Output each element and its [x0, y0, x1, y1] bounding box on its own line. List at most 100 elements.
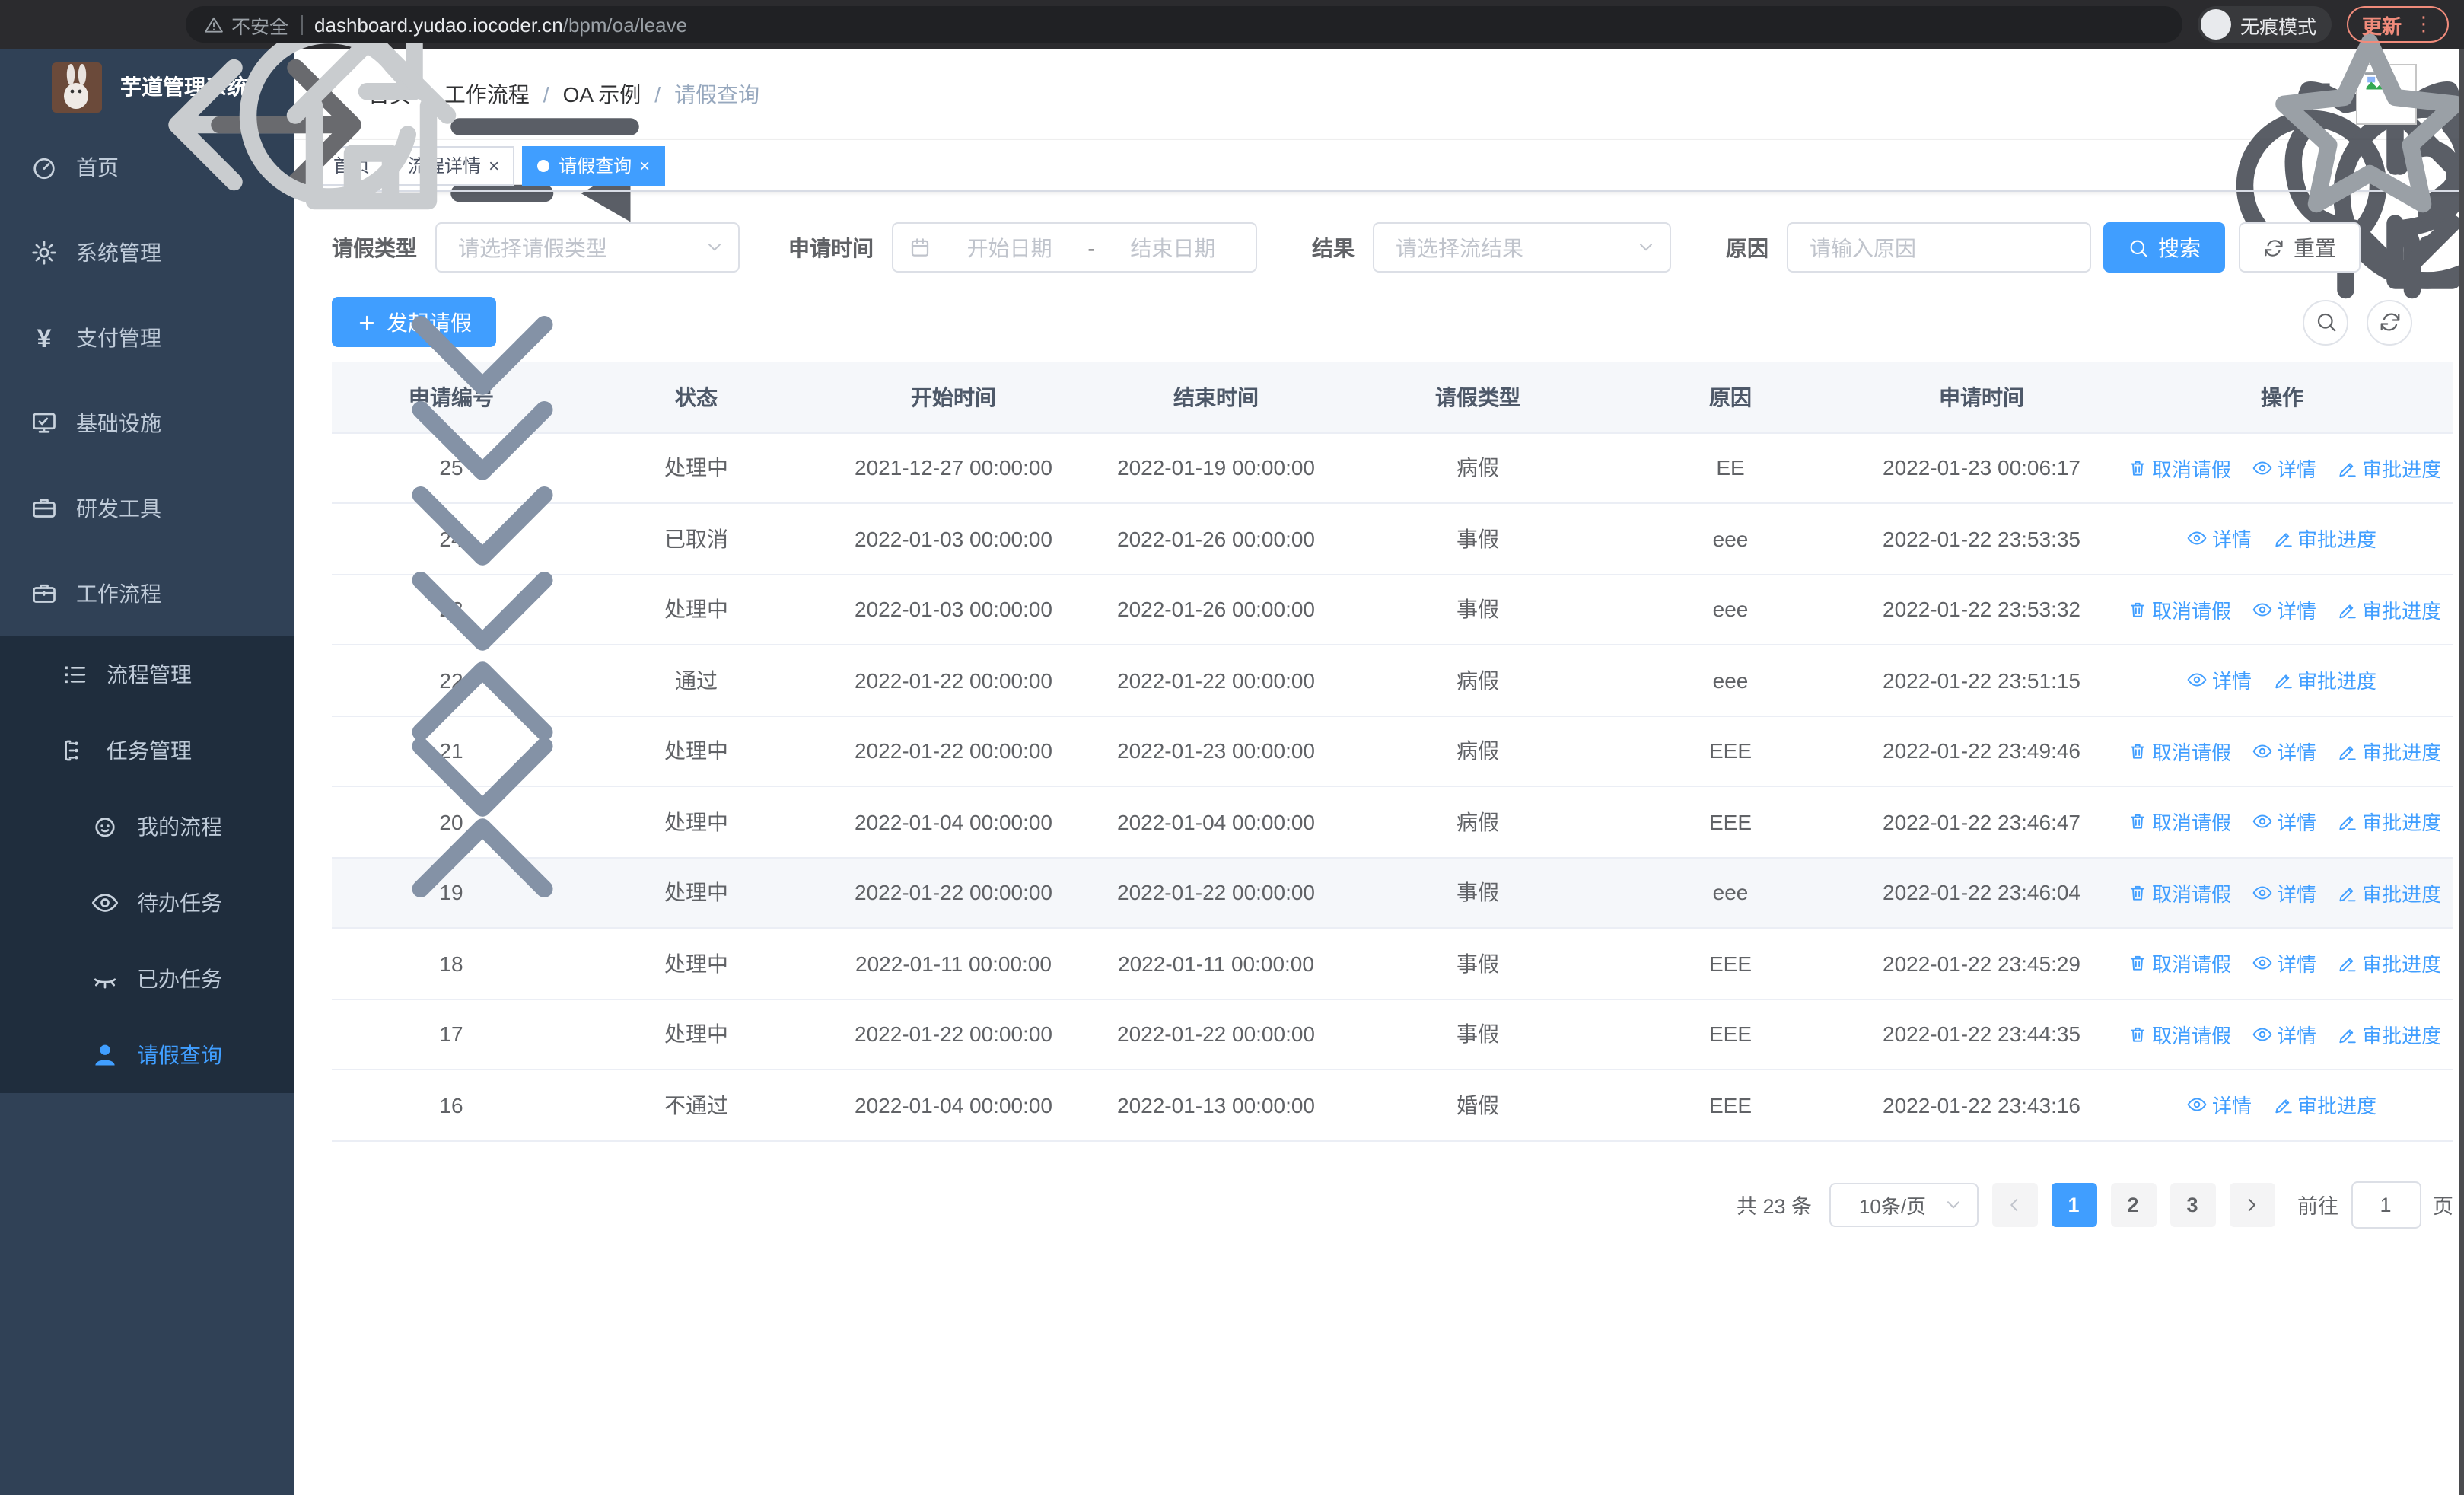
- detail-link[interactable]: 详情: [2252, 949, 2316, 978]
- jumper-label: 前往: [2297, 1195, 2338, 1218]
- yen-icon: ¥: [37, 324, 52, 352]
- eye-icon: [2252, 1025, 2272, 1044]
- sidebar-item-task-mgmt[interactable]: 任务管理: [0, 712, 294, 789]
- detail-link[interactable]: 详情: [2252, 737, 2316, 766]
- approval-progress-link[interactable]: 审批进度: [2338, 595, 2441, 624]
- page-button-1[interactable]: 1: [2051, 1182, 2096, 1226]
- detail-link[interactable]: 详情: [2252, 595, 2316, 624]
- kebab-menu-icon[interactable]: ⋮: [2414, 12, 2434, 37]
- reason-label: 原因: [1726, 235, 1768, 260]
- eye-icon: [2252, 458, 2272, 478]
- trash-icon: [2128, 883, 2147, 903]
- gear-icon: [30, 239, 58, 266]
- chevron-down-icon: [254, 329, 272, 347]
- page-button-3[interactable]: 3: [2170, 1182, 2215, 1226]
- approval-progress-link[interactable]: 审批进度: [2273, 1091, 2376, 1120]
- cancel-leave-link[interactable]: 取消请假: [2128, 454, 2231, 483]
- eye-closed-icon: [91, 965, 119, 993]
- detail-link[interactable]: 详情: [2188, 666, 2252, 695]
- divider: [301, 14, 303, 34]
- pagination: 共 23 条 1 2 3 前往 页: [332, 1181, 2453, 1228]
- pen-icon: [2338, 1025, 2357, 1044]
- filter-form: 请假类型 申请时间 开始日期 - 结束日期 结果: [332, 222, 2453, 273]
- sidebar-item-devtools[interactable]: 研发工具: [0, 466, 294, 551]
- chevron-right-icon: [2242, 1194, 2262, 1214]
- pen-icon: [2338, 883, 2357, 903]
- approval-progress-link[interactable]: 审批进度: [2338, 454, 2441, 483]
- warning-icon: [204, 14, 224, 34]
- home-icon[interactable]: [143, 11, 170, 38]
- prev-page-button[interactable]: [1991, 1182, 2037, 1226]
- sidebar-item-leave-query[interactable]: 请假查询: [0, 1017, 294, 1093]
- detail-link[interactable]: 详情: [2188, 1091, 2252, 1120]
- refresh-icon: [2378, 311, 2401, 333]
- apply-time-label: 申请时间: [788, 235, 874, 260]
- cancel-leave-link[interactable]: 取消请假: [2128, 878, 2231, 907]
- sidebar-item-payment[interactable]: ¥ 支付管理: [0, 295, 294, 381]
- cancel-leave-link[interactable]: 取消请假: [2128, 595, 2231, 624]
- search-icon: [2314, 311, 2337, 333]
- browser-chrome: 不安全 dashboard.yudao.iocoder.cn/bpm/oa/le…: [0, 0, 2464, 49]
- forward-icon[interactable]: [58, 11, 85, 38]
- reason-input[interactable]: [1787, 222, 2091, 273]
- eye-icon: [2252, 600, 2272, 620]
- breadcrumb-current: 请假查询: [674, 81, 760, 106]
- sidebar-item-todo-tasks[interactable]: 待办任务: [0, 865, 294, 941]
- detail-link[interactable]: 详情: [2252, 454, 2316, 483]
- eye-icon: [2252, 883, 2272, 903]
- reload-icon[interactable]: [100, 11, 128, 38]
- sidebar: 芋道管理系统 首页 系统管理 ¥ 支付管理 基础设施 研发工具 工作流程 流程管…: [0, 49, 294, 1495]
- approval-progress-link[interactable]: 审批进度: [2338, 878, 2441, 907]
- page-jumper-input[interactable]: [2351, 1181, 2421, 1228]
- approval-progress-link[interactable]: 审批进度: [2338, 1020, 2441, 1049]
- sidebar-item-done-tasks[interactable]: 已办任务: [0, 941, 294, 1017]
- bookmark-star-icon[interactable]: [2141, 13, 2164, 36]
- chevron-down-icon: [254, 665, 272, 684]
- address-bar[interactable]: 不安全 dashboard.yudao.iocoder.cn/bpm/oa/le…: [186, 6, 2182, 43]
- calendar-icon: [909, 236, 931, 259]
- eye-icon: [2188, 1095, 2208, 1115]
- cancel-leave-link[interactable]: 取消请假: [2128, 1020, 2231, 1049]
- close-icon[interactable]: ×: [639, 156, 650, 174]
- cancel-leave-link[interactable]: 取消请假: [2128, 808, 2231, 837]
- sidebar-item-my-process[interactable]: 我的流程: [0, 789, 294, 865]
- detail-link[interactable]: 详情: [2252, 808, 2316, 837]
- search-icon[interactable]: [2093, 80, 2120, 107]
- result-select[interactable]: [1373, 222, 1671, 273]
- eye-icon: [91, 889, 119, 916]
- chevron-down-icon: [254, 414, 272, 432]
- detail-link[interactable]: 详情: [2252, 1020, 2316, 1049]
- robot-face-icon: [91, 813, 119, 840]
- sidebar-item-process-mgmt[interactable]: 流程管理: [0, 636, 294, 712]
- sidebar-item-infra[interactable]: 基础设施: [0, 381, 294, 466]
- page-size-select[interactable]: [1829, 1182, 1978, 1226]
- approval-progress-link[interactable]: 审批进度: [2338, 808, 2441, 837]
- total-count: 共 23 条: [1736, 1195, 1812, 1218]
- approval-progress-link[interactable]: 审批进度: [2338, 737, 2441, 766]
- detail-link[interactable]: 详情: [2252, 878, 2316, 907]
- browser-update-button[interactable]: 更新 ⋮: [2346, 6, 2449, 43]
- approval-progress-link[interactable]: 审批进度: [2338, 949, 2441, 978]
- toggle-search-button[interactable]: [2303, 299, 2348, 345]
- refresh-table-button[interactable]: [2367, 299, 2412, 345]
- chevron-left-icon: [2004, 1194, 2024, 1214]
- approval-progress-link[interactable]: 审批进度: [2273, 666, 2376, 695]
- trash-icon: [2128, 954, 2147, 974]
- next-page-button[interactable]: [2229, 1182, 2275, 1226]
- cancel-leave-link[interactable]: 取消请假: [2128, 949, 2231, 978]
- back-icon[interactable]: [15, 11, 43, 38]
- eye-icon: [2252, 741, 2272, 761]
- pen-icon: [2273, 529, 2293, 549]
- incognito-icon: [2200, 9, 2231, 40]
- eye-icon: [2188, 529, 2208, 549]
- chevron-down-icon: [254, 499, 272, 518]
- detail-link[interactable]: 详情: [2188, 524, 2252, 553]
- page-button-2[interactable]: 2: [2110, 1182, 2156, 1226]
- security-indicator[interactable]: 不安全: [204, 10, 288, 39]
- end-date-placeholder: 结束日期: [1130, 235, 1216, 260]
- sidebar-item-workflow[interactable]: 工作流程: [0, 551, 294, 636]
- table-row: 16 不通过 2022-01-04 00:00:00 2022-01-13 00:00…: [332, 1069, 2453, 1141]
- apply-time-range-picker[interactable]: 开始日期 - 结束日期: [892, 222, 1257, 273]
- approval-progress-link[interactable]: 审批进度: [2273, 524, 2376, 553]
- cancel-leave-link[interactable]: 取消请假: [2128, 737, 2231, 766]
